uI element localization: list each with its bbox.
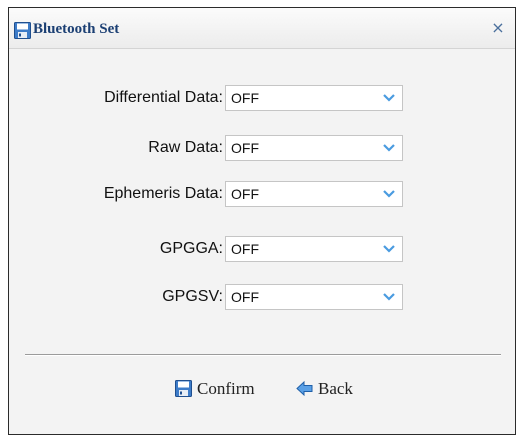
save-icon [14,22,31,39]
bluetooth-set-dialog: Bluetooth Set × Differential Data: OFF R… [8,7,516,435]
confirm-button-label: Confirm [197,379,255,398]
gpgsv-label: GPGSV: [162,288,223,305]
differential-data-label: Differential Data: [104,89,223,106]
select-value: OFF [231,90,259,106]
dialog-title: Bluetooth Set [33,21,120,37]
raw-data-label: Raw Data: [148,139,223,156]
row-gpgsv: GPGSV: OFF [9,284,515,310]
differential-data-select[interactable]: OFF [225,85,403,111]
chevron-down-icon [383,245,395,253]
save-icon [175,380,192,397]
row-ephemeris-data: Ephemeris Data: OFF [9,181,515,207]
chevron-down-icon [383,94,395,102]
row-gpgga: GPGGA: OFF [9,236,515,262]
chevron-down-icon [383,293,395,301]
ephemeris-data-select[interactable]: OFF [225,181,403,207]
ephemeris-data-label: Ephemeris Data: [103,185,223,202]
close-button[interactable]: × [489,18,507,38]
back-button-label: Back [318,379,353,398]
back-arrow-icon [296,380,313,397]
select-value: OFF [231,289,259,305]
dialog-titlebar[interactable]: Bluetooth Set × [9,8,515,49]
select-value: OFF [231,241,259,257]
chevron-down-icon [383,190,395,198]
select-value: OFF [231,140,259,156]
row-raw-data: Raw Data: OFF [9,135,515,161]
gpgsv-select[interactable]: OFF [225,284,403,310]
chevron-down-icon [383,144,395,152]
footer-divider [25,354,501,356]
gpgga-select[interactable]: OFF [225,236,403,262]
select-value: OFF [231,186,259,202]
raw-data-select[interactable]: OFF [225,135,403,161]
row-differential-data: Differential Data: OFF [9,85,515,111]
confirm-button[interactable]: Confirm [175,377,277,399]
back-button[interactable]: Back [296,377,376,399]
gpgga-label: GPGGA: [159,240,223,257]
